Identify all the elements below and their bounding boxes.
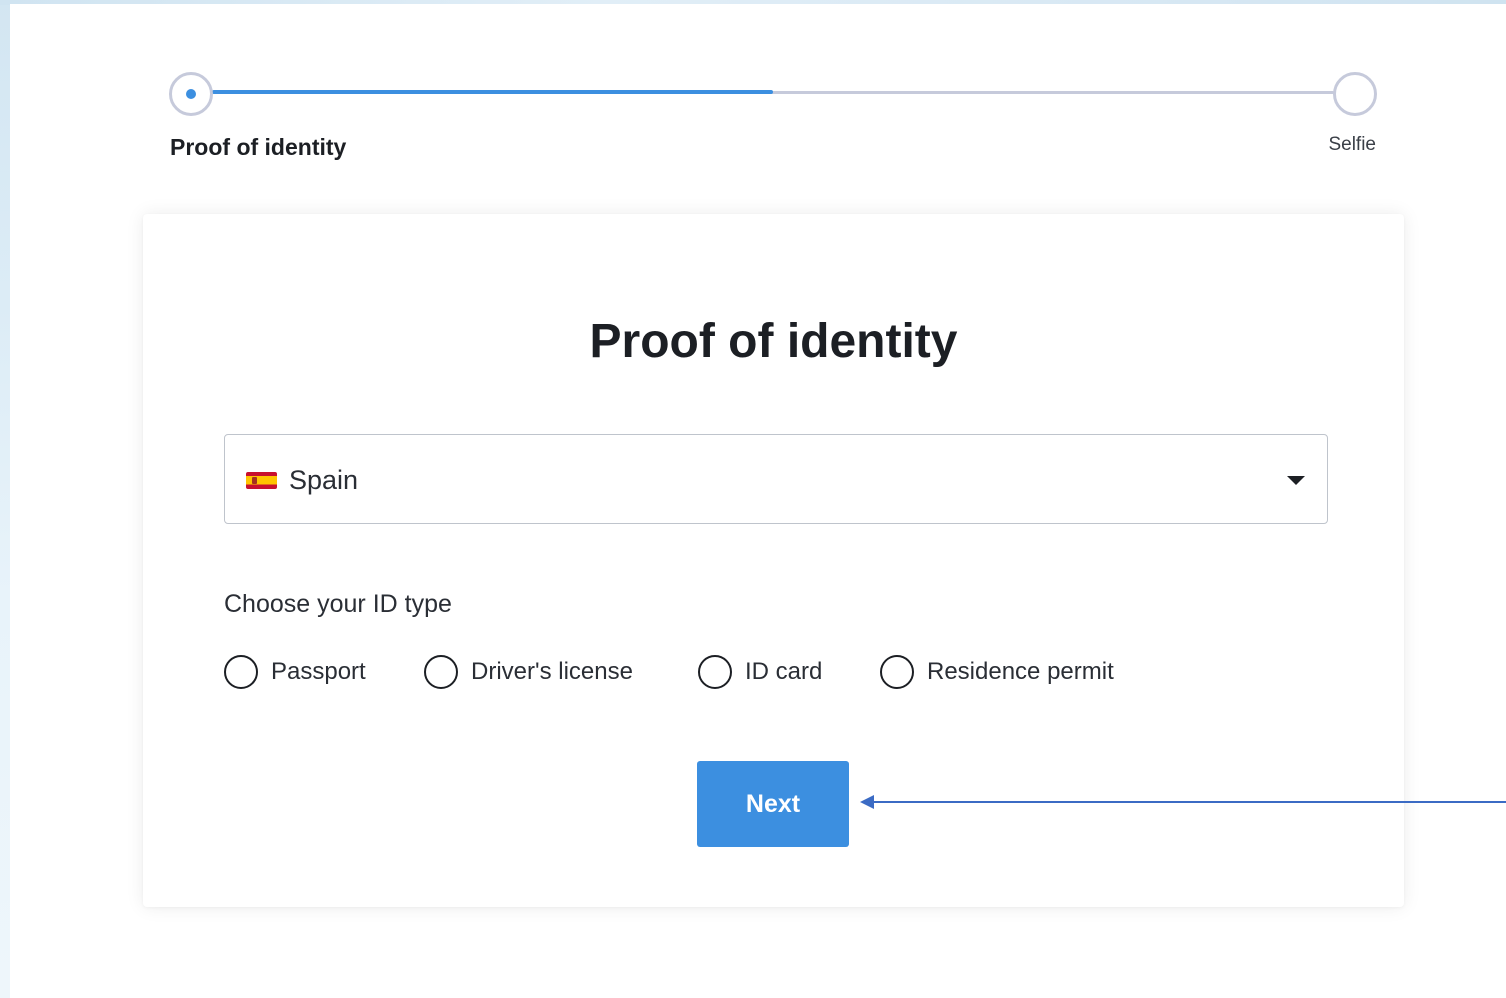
radio-button-passport[interactable] bbox=[224, 655, 258, 689]
radio-button-residence-permit[interactable] bbox=[880, 655, 914, 689]
radio-label-drivers-license[interactable]: Driver's license bbox=[471, 658, 633, 686]
radio-residence-permit[interactable]: Residence permit bbox=[880, 652, 1114, 692]
radio-label-residence-permit[interactable]: Residence permit bbox=[927, 658, 1114, 686]
stepper-progress-bar bbox=[212, 90, 773, 94]
radio-label-passport[interactable]: Passport bbox=[271, 658, 366, 686]
chevron-down-icon bbox=[1287, 476, 1305, 485]
country-select[interactable]: Spain bbox=[224, 434, 1328, 524]
page-title: Proof of identity bbox=[589, 315, 958, 368]
step-indicator-selfie[interactable] bbox=[1333, 72, 1377, 116]
step-label-proof-of-identity: Proof of identity bbox=[170, 134, 347, 160]
progress-stepper: Proof of identity Selfie bbox=[0, 0, 1506, 180]
radio-drivers-license[interactable]: Driver's license bbox=[424, 652, 633, 692]
radio-passport[interactable]: Passport bbox=[224, 652, 366, 692]
spain-flag-icon bbox=[246, 472, 277, 489]
id-type-label: Choose your ID type bbox=[224, 590, 452, 618]
next-button[interactable]: Next bbox=[697, 761, 849, 847]
arrow-left-icon bbox=[860, 795, 1506, 809]
radio-id-card[interactable]: ID card bbox=[698, 652, 822, 692]
radio-label-id-card[interactable]: ID card bbox=[745, 658, 822, 686]
step-indicator-proof-of-identity[interactable] bbox=[169, 72, 213, 116]
radio-button-id-card[interactable] bbox=[698, 655, 732, 689]
country-select-value: Spain bbox=[289, 465, 359, 495]
radio-button-drivers-license[interactable] bbox=[424, 655, 458, 689]
step-label-selfie: Selfie bbox=[1328, 134, 1376, 155]
